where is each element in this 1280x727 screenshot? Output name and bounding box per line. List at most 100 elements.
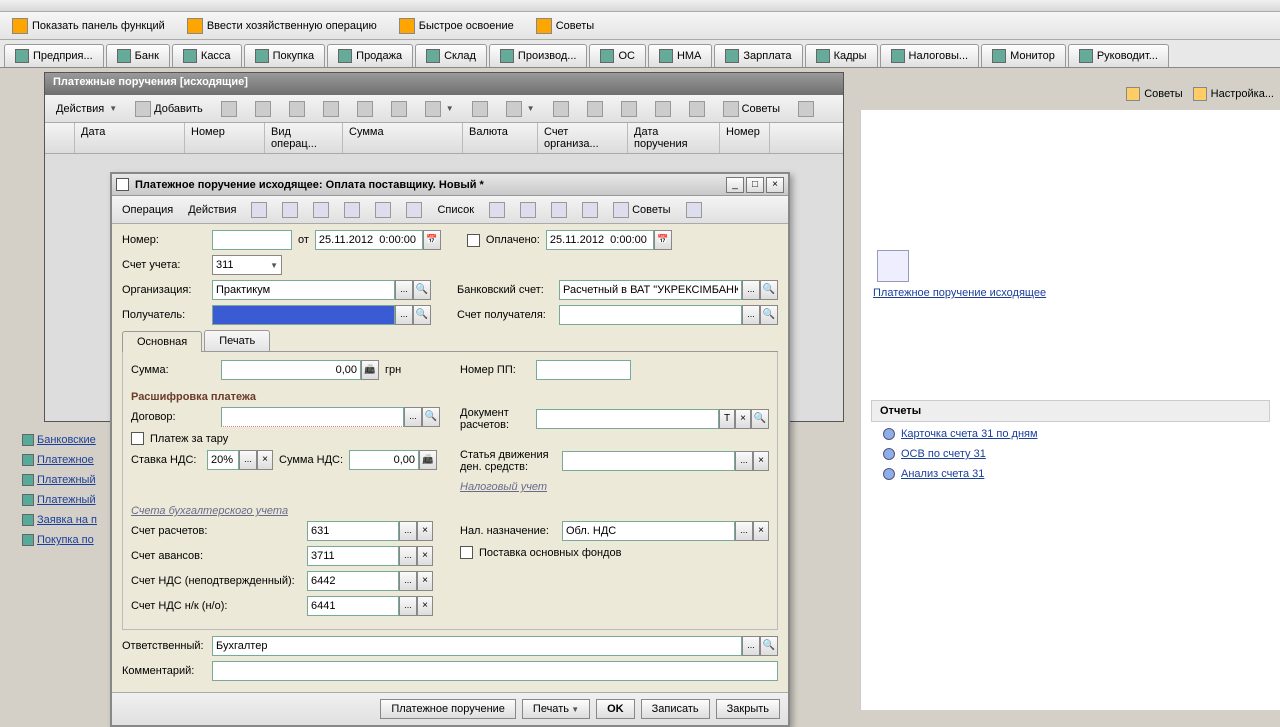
report-link[interactable]: Анализ счета 31 [871,462,1270,482]
list-tool-1[interactable] [214,98,244,120]
col-number[interactable]: Номер [185,123,265,153]
dlg-help-button[interactable] [680,199,708,221]
tare-checkbox[interactable] [131,432,144,445]
select-button[interactable]: ... [399,596,417,616]
ok-button[interactable]: OK [596,699,635,719]
quick-start-button[interactable]: Быстрое освоение [393,16,520,36]
list-tool-2[interactable] [248,98,278,120]
select-button[interactable]: ... [399,546,417,566]
tax-purpose-input[interactable] [562,521,735,541]
close-button[interactable]: × [766,177,784,193]
select-button[interactable]: ... [742,305,760,325]
actions-menu[interactable]: Действия [182,201,242,219]
panel-tips-button[interactable]: Советы [1126,87,1182,101]
col-sum[interactable]: Сумма [343,123,463,153]
dlg-tool-2[interactable] [276,199,304,221]
list-help-button[interactable] [791,98,821,120]
list-add-button[interactable]: Добавить [128,98,210,120]
doc-calc-input[interactable] [536,409,719,429]
clear-button[interactable]: × [753,521,769,541]
calculator-icon[interactable]: 📠 [419,450,437,470]
tab-production[interactable]: Производ... [489,44,588,67]
tab-monitor[interactable]: Монитор [981,44,1066,67]
list-tool-5[interactable] [350,98,380,120]
clear-button[interactable]: × [257,450,273,470]
clear-button[interactable]: × [417,596,433,616]
col-orgacc[interactable]: Счет организа... [538,123,628,153]
select-button[interactable]: ... [399,571,417,591]
paid-checkbox[interactable] [467,234,480,247]
tab-warehouse[interactable]: Склад [415,44,487,67]
col-number2[interactable]: Номер [720,123,770,153]
tab-enterprise[interactable]: Предприя... [4,44,104,67]
left-nav-item[interactable]: Банковские [20,430,120,450]
report-link[interactable]: Карточка счета 31 по дням [871,422,1270,442]
tab-sale[interactable]: Продажа [327,44,413,67]
dlg-tool-4[interactable] [338,199,366,221]
list-tool-11[interactable] [580,98,610,120]
contract-input[interactable] [221,407,404,427]
t-button[interactable]: T [719,409,735,429]
list-tool-3[interactable] [282,98,312,120]
list-tips-button[interactable]: Советы [716,98,787,120]
left-nav-item[interactable]: Покупка по [20,530,120,550]
calendar-icon[interactable]: 📅 [423,230,441,250]
pp-num-input[interactable] [536,360,631,380]
dlg-tool-8[interactable] [514,199,542,221]
select-button[interactable]: ... [742,636,760,656]
list-actions-menu[interactable]: Действия [49,100,124,118]
dlg-tool-5[interactable] [369,199,397,221]
posted-checkbox[interactable] [116,178,129,191]
tab-os[interactable]: ОС [589,44,646,67]
acc-vat-unconf-input[interactable] [307,571,399,591]
select-button[interactable]: ... [395,305,413,325]
select-button[interactable]: ... [735,451,753,471]
dlg-tool-6[interactable] [400,199,428,221]
fixed-assets-checkbox[interactable] [460,546,473,559]
left-nav-item[interactable]: Платежный [20,490,120,510]
open-button[interactable]: 🔍 [760,280,778,300]
date-input[interactable] [315,230,423,250]
calendar-icon[interactable]: 📅 [654,230,672,250]
select-button[interactable]: ... [239,450,257,470]
clear-button[interactable]: × [753,451,769,471]
tab-manager[interactable]: Руководит... [1068,44,1169,67]
tab-purchase[interactable]: Покупка [244,44,326,67]
panel-settings-button[interactable]: Настройка... [1193,87,1274,101]
tab-hr[interactable]: Кадры [805,44,878,67]
print-button[interactable]: Печать [522,699,590,719]
left-nav-item[interactable]: Платежное [20,450,120,470]
left-nav-item[interactable]: Платежный [20,470,120,490]
select-button[interactable]: ... [742,280,760,300]
report-link[interactable]: ОСВ по счету 31 [871,442,1270,462]
maximize-button[interactable]: □ [746,177,764,193]
list-tool-9[interactable] [499,98,542,120]
clear-button[interactable]: × [417,546,433,566]
list-tool-12[interactable] [614,98,644,120]
select-button[interactable]: ... [404,407,422,427]
show-panel-button[interactable]: Показать панель функций [6,16,171,36]
tab-nma[interactable]: НМА [648,44,712,67]
open-button[interactable]: 🔍 [422,407,440,427]
open-button[interactable]: 🔍 [413,280,431,300]
tab-print[interactable]: Печать [204,330,270,351]
operation-menu[interactable]: Операция [116,201,179,219]
tips-button[interactable]: Советы [530,16,600,36]
enter-op-button[interactable]: Ввести хозяйственную операцию [181,16,383,36]
recipient-input[interactable] [212,305,395,325]
clear-button[interactable]: × [417,571,433,591]
left-nav-item[interactable]: Заявка на п [20,510,120,530]
col-optype[interactable]: Вид операц... [265,123,343,153]
dlg-tool-10[interactable] [576,199,604,221]
tab-main[interactable]: Основная [122,331,202,352]
list-tool-14[interactable] [682,98,712,120]
paid-date-input[interactable] [546,230,654,250]
dlg-tool-1[interactable] [245,199,273,221]
doc-link[interactable]: Платежное поручение исходящее [873,286,1270,300]
select-button[interactable]: ... [395,280,413,300]
col-mark[interactable] [45,123,75,153]
dlg-tips-button[interactable]: Советы [607,199,676,221]
clear-button[interactable]: × [417,521,433,541]
cash-flow-input[interactable] [562,451,735,471]
acc-calc-input[interactable] [307,521,399,541]
